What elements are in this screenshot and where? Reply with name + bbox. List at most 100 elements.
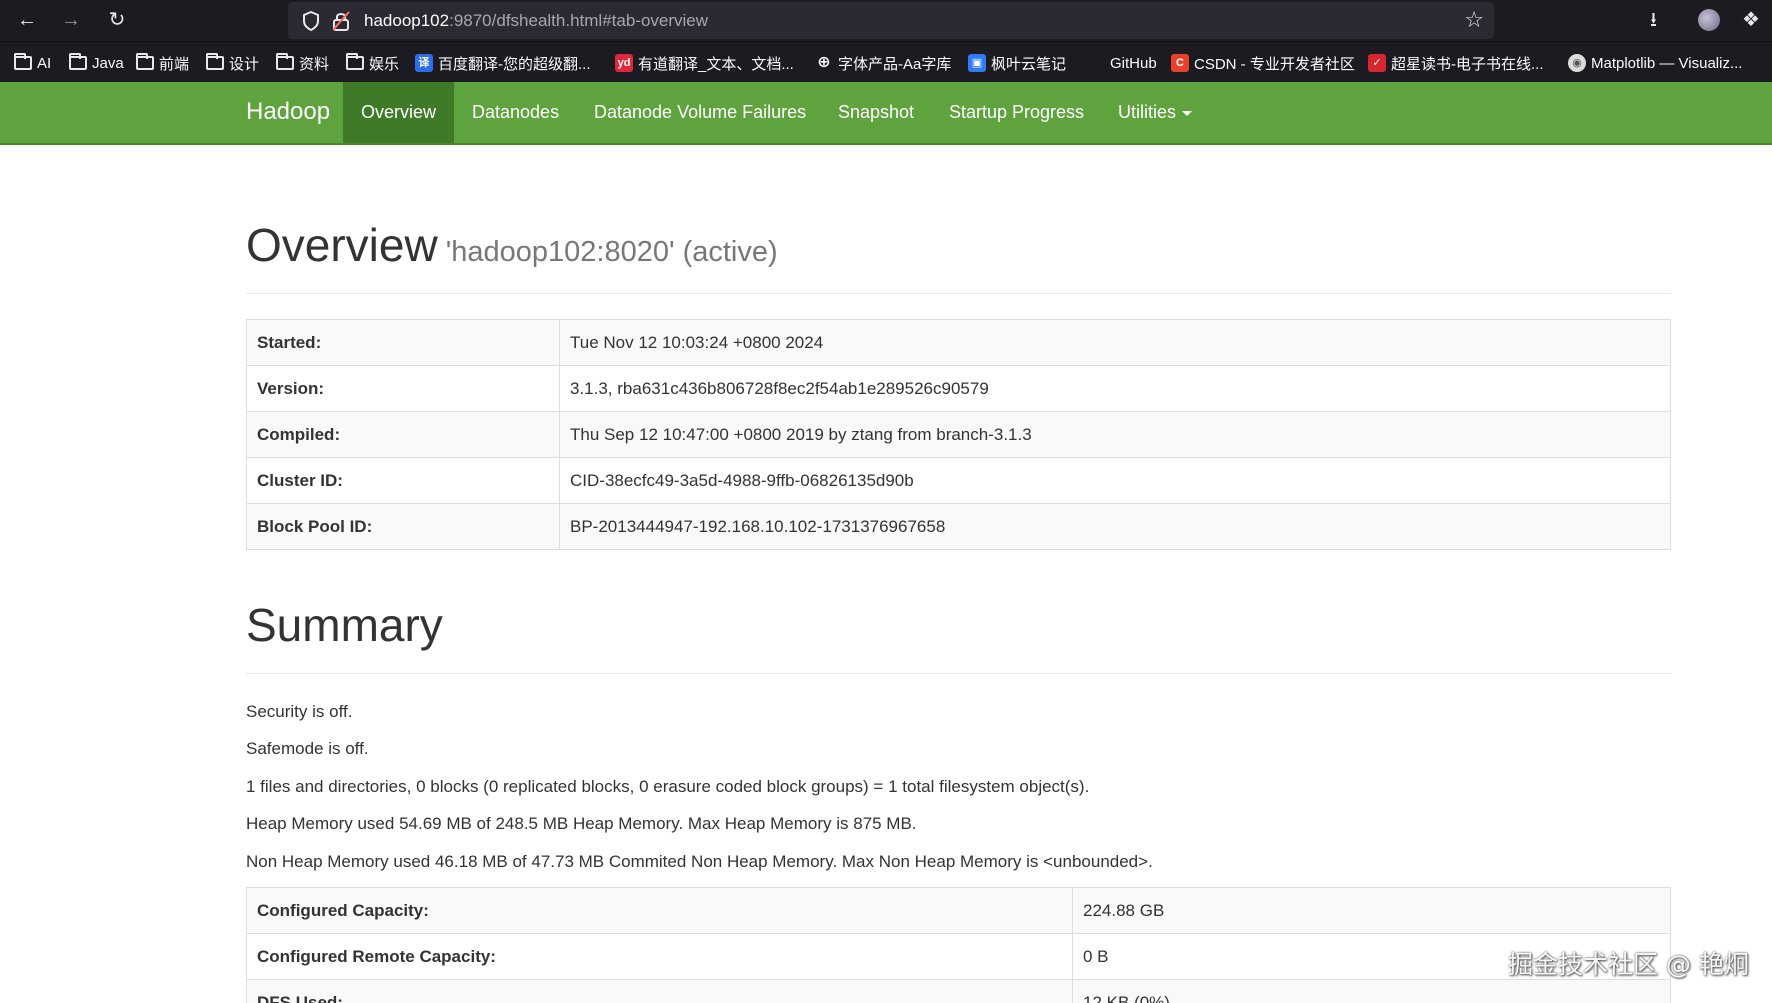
folder-icon xyxy=(276,53,294,70)
baidu-translate-icon: 译 xyxy=(415,54,433,72)
bookmark-matplotlib[interactable]: ◉ Matplotlib — Visualiz... xyxy=(1568,52,1742,74)
folder-icon xyxy=(14,53,32,70)
row-key: Version: xyxy=(246,365,560,412)
caret-down-icon xyxy=(1182,110,1193,116)
non-heap-memory: Non Heap Memory used 46.18 MB of 47.73 M… xyxy=(246,852,1153,871)
bookmark-csdn[interactable]: C CSDN - 专业开发者社区 xyxy=(1171,52,1355,74)
bookmark-label: AI xyxy=(37,54,52,72)
safemode-status: Safemode is off. xyxy=(246,739,369,758)
nav-utilities-dropdown[interactable]: Utilities xyxy=(1100,82,1210,143)
bookmark-folder-design[interactable]: 设计 xyxy=(206,52,259,74)
row-value: BP-2013444947-192.168.10.102-17313769676… xyxy=(559,503,1671,550)
divider xyxy=(246,673,1671,674)
bookmark-baidu-translate[interactable]: 译百度翻译-您的超级翻... xyxy=(415,52,591,74)
reload-icon[interactable]: ↻ xyxy=(104,8,130,32)
bookmark-label: 枫叶云笔记 xyxy=(991,55,1067,73)
bookmark-folder-entertainment[interactable]: 娱乐 xyxy=(346,52,399,74)
url-host: hadoop102 xyxy=(364,11,450,30)
notes-icon: ▣ xyxy=(968,54,986,72)
url-text[interactable]: hadoop102:9870/dfshealth.html#tab-overvi… xyxy=(364,11,708,31)
bookmark-label: 资料 xyxy=(299,55,330,73)
overview-subtitle: 'hadoop102:8020' (active) xyxy=(445,236,778,268)
account-avatar[interactable] xyxy=(1698,9,1720,31)
chaoxing-icon: ✓ xyxy=(1368,54,1386,72)
table-row: Configured Capacity: 224.88 GB xyxy=(246,887,1671,934)
bookmark-label: 设计 xyxy=(229,55,260,73)
nav-utilities-label: Utilities xyxy=(1118,102,1177,122)
hadoop-navbar: Hadoop Overview Datanodes Datanode Volum… xyxy=(0,82,1772,145)
bookmark-label: 超星读书-电子书在线... xyxy=(1391,55,1544,73)
row-key: Started: xyxy=(246,319,560,366)
bookmark-youdao-translate[interactable]: yd 有道翻译_文本、文档... xyxy=(615,52,794,74)
shield-icon[interactable] xyxy=(302,11,320,31)
bookmark-chaoxing[interactable]: ✓ 超星读书-电子书在线... xyxy=(1368,52,1544,74)
row-key: Block Pool ID: xyxy=(246,503,560,550)
insecure-lock-icon[interactable] xyxy=(332,11,350,31)
row-value: Tue Nov 12 10:03:24 +0800 2024 xyxy=(559,319,1671,366)
back-arrow-icon[interactable]: ← xyxy=(14,8,40,32)
bookmark-label: GitHub xyxy=(1110,54,1157,72)
csdn-icon: C xyxy=(1171,54,1189,72)
overview-title: Overview xyxy=(246,219,438,271)
bookmarks-bar: AI Java 前端 设计 资料 娱乐 译百度翻译-您的超级翻... yd 有道翻… xyxy=(0,41,1772,82)
table-row: Cluster ID: CID-38ecfc49-3a5d-4988-9ffb-0… xyxy=(246,457,1671,504)
bookmark-label: 前端 xyxy=(159,55,190,73)
extensions-icon[interactable]: ❖ xyxy=(1742,8,1760,32)
row-key: Compiled: xyxy=(246,411,560,458)
bookmark-label: 字体产品-Aa字库 xyxy=(838,55,952,73)
bookmark-github[interactable]: GitHub xyxy=(1091,52,1157,74)
table-row: Compiled: Thu Sep 12 10:47:00 +0800 2019 … xyxy=(246,411,1671,458)
github-icon xyxy=(1091,54,1105,72)
summary-heading: Summary xyxy=(246,599,443,651)
globe-icon: ⊕ xyxy=(817,54,831,71)
nav-datanodes[interactable]: Datanodes xyxy=(454,82,577,143)
bookmark-fengye-notes[interactable]: ▣ 枫叶云笔记 xyxy=(968,52,1066,74)
row-key: Cluster ID: xyxy=(246,457,560,504)
nav-startup-progress[interactable]: Startup Progress xyxy=(931,82,1102,143)
forward-arrow-icon[interactable]: → xyxy=(58,8,84,32)
bookmark-font-library[interactable]: ⊕ 字体产品-Aa字库 xyxy=(815,52,951,74)
table-row: Block Pool ID: BP-2013444947-192.168.10.1… xyxy=(246,503,1671,550)
row-value: Thu Sep 12 10:47:00 +0800 2019 by ztang … xyxy=(559,411,1671,458)
row-value: 12 KB (0%) xyxy=(1072,979,1671,1003)
table-row: Configured Remote Capacity: 0 B xyxy=(246,933,1671,980)
table-row: DFS Used: 12 KB (0%) xyxy=(246,979,1671,1003)
table-row: Version: 3.1.3, rba631c436b806728f8ec2f54… xyxy=(246,365,1671,412)
row-value: CID-38ecfc49-3a5d-4988-9ffb-06826135d90b xyxy=(559,457,1671,504)
watermark: 掘金技术社区 @ 艳炯 xyxy=(1508,950,1749,979)
folder-icon xyxy=(69,53,87,70)
download-icon[interactable]: ⭳ xyxy=(1650,8,1657,32)
overview-table: Started: Tue Nov 12 10:03:24 +0800 2024 V… xyxy=(246,319,1671,550)
url-path: :9870/dfshealth.html#tab-overview xyxy=(449,11,709,30)
folder-icon xyxy=(206,53,224,70)
row-value: 224.88 GB xyxy=(1072,887,1671,934)
bookmark-label: Matplotlib — Visualiz... xyxy=(1591,54,1743,72)
filesystem-objects: 1 files and directories, 0 blocks (0 rep… xyxy=(246,777,1090,796)
bookmark-folder-java[interactable]: Java xyxy=(69,52,124,74)
nav-datanode-volume-failures[interactable]: Datanode Volume Failures xyxy=(576,82,824,143)
table-row: Started: Tue Nov 12 10:03:24 +0800 2024 xyxy=(246,319,1671,366)
heap-memory: Heap Memory used 54.69 MB of 248.5 MB He… xyxy=(246,814,917,833)
navbar-brand[interactable]: Hadoop xyxy=(246,98,330,126)
browser-toolbar: ← → ↻ hadoop102:9870/dfshealth.html#tab-… xyxy=(0,0,1772,41)
overview-heading: Overview'hadoop102:8020' (active) xyxy=(246,218,778,272)
folder-icon xyxy=(136,53,154,70)
bookmark-folder-resources[interactable]: 资料 xyxy=(276,52,329,74)
bookmark-label: Java xyxy=(92,54,124,72)
bookmark-label: 百度翻译-您的超级翻... xyxy=(438,55,591,73)
nav-snapshot[interactable]: Snapshot xyxy=(820,82,932,143)
address-bar[interactable]: hadoop102:9870/dfshealth.html#tab-overvi… xyxy=(288,2,1494,39)
bookmark-folder-ai[interactable]: AI xyxy=(14,52,51,74)
security-status: Security is off. xyxy=(246,702,353,721)
row-value: 3.1.3, rba631c436b806728f8ec2f54ab1e2895… xyxy=(559,365,1671,412)
row-key: Configured Remote Capacity: xyxy=(246,933,1073,980)
bookmark-label: CSDN - 专业开发者社区 xyxy=(1194,55,1355,73)
bookmark-star-icon[interactable]: ☆ xyxy=(1464,8,1484,32)
bookmark-folder-frontend[interactable]: 前端 xyxy=(136,52,189,74)
summary-table: Configured Capacity: 224.88 GB Configured… xyxy=(246,887,1671,1003)
divider xyxy=(246,293,1671,294)
nav-overview[interactable]: Overview xyxy=(343,82,455,143)
bookmark-label: 娱乐 xyxy=(369,55,400,73)
matplotlib-icon: ◉ xyxy=(1568,54,1586,72)
youdao-icon: yd xyxy=(615,54,633,72)
